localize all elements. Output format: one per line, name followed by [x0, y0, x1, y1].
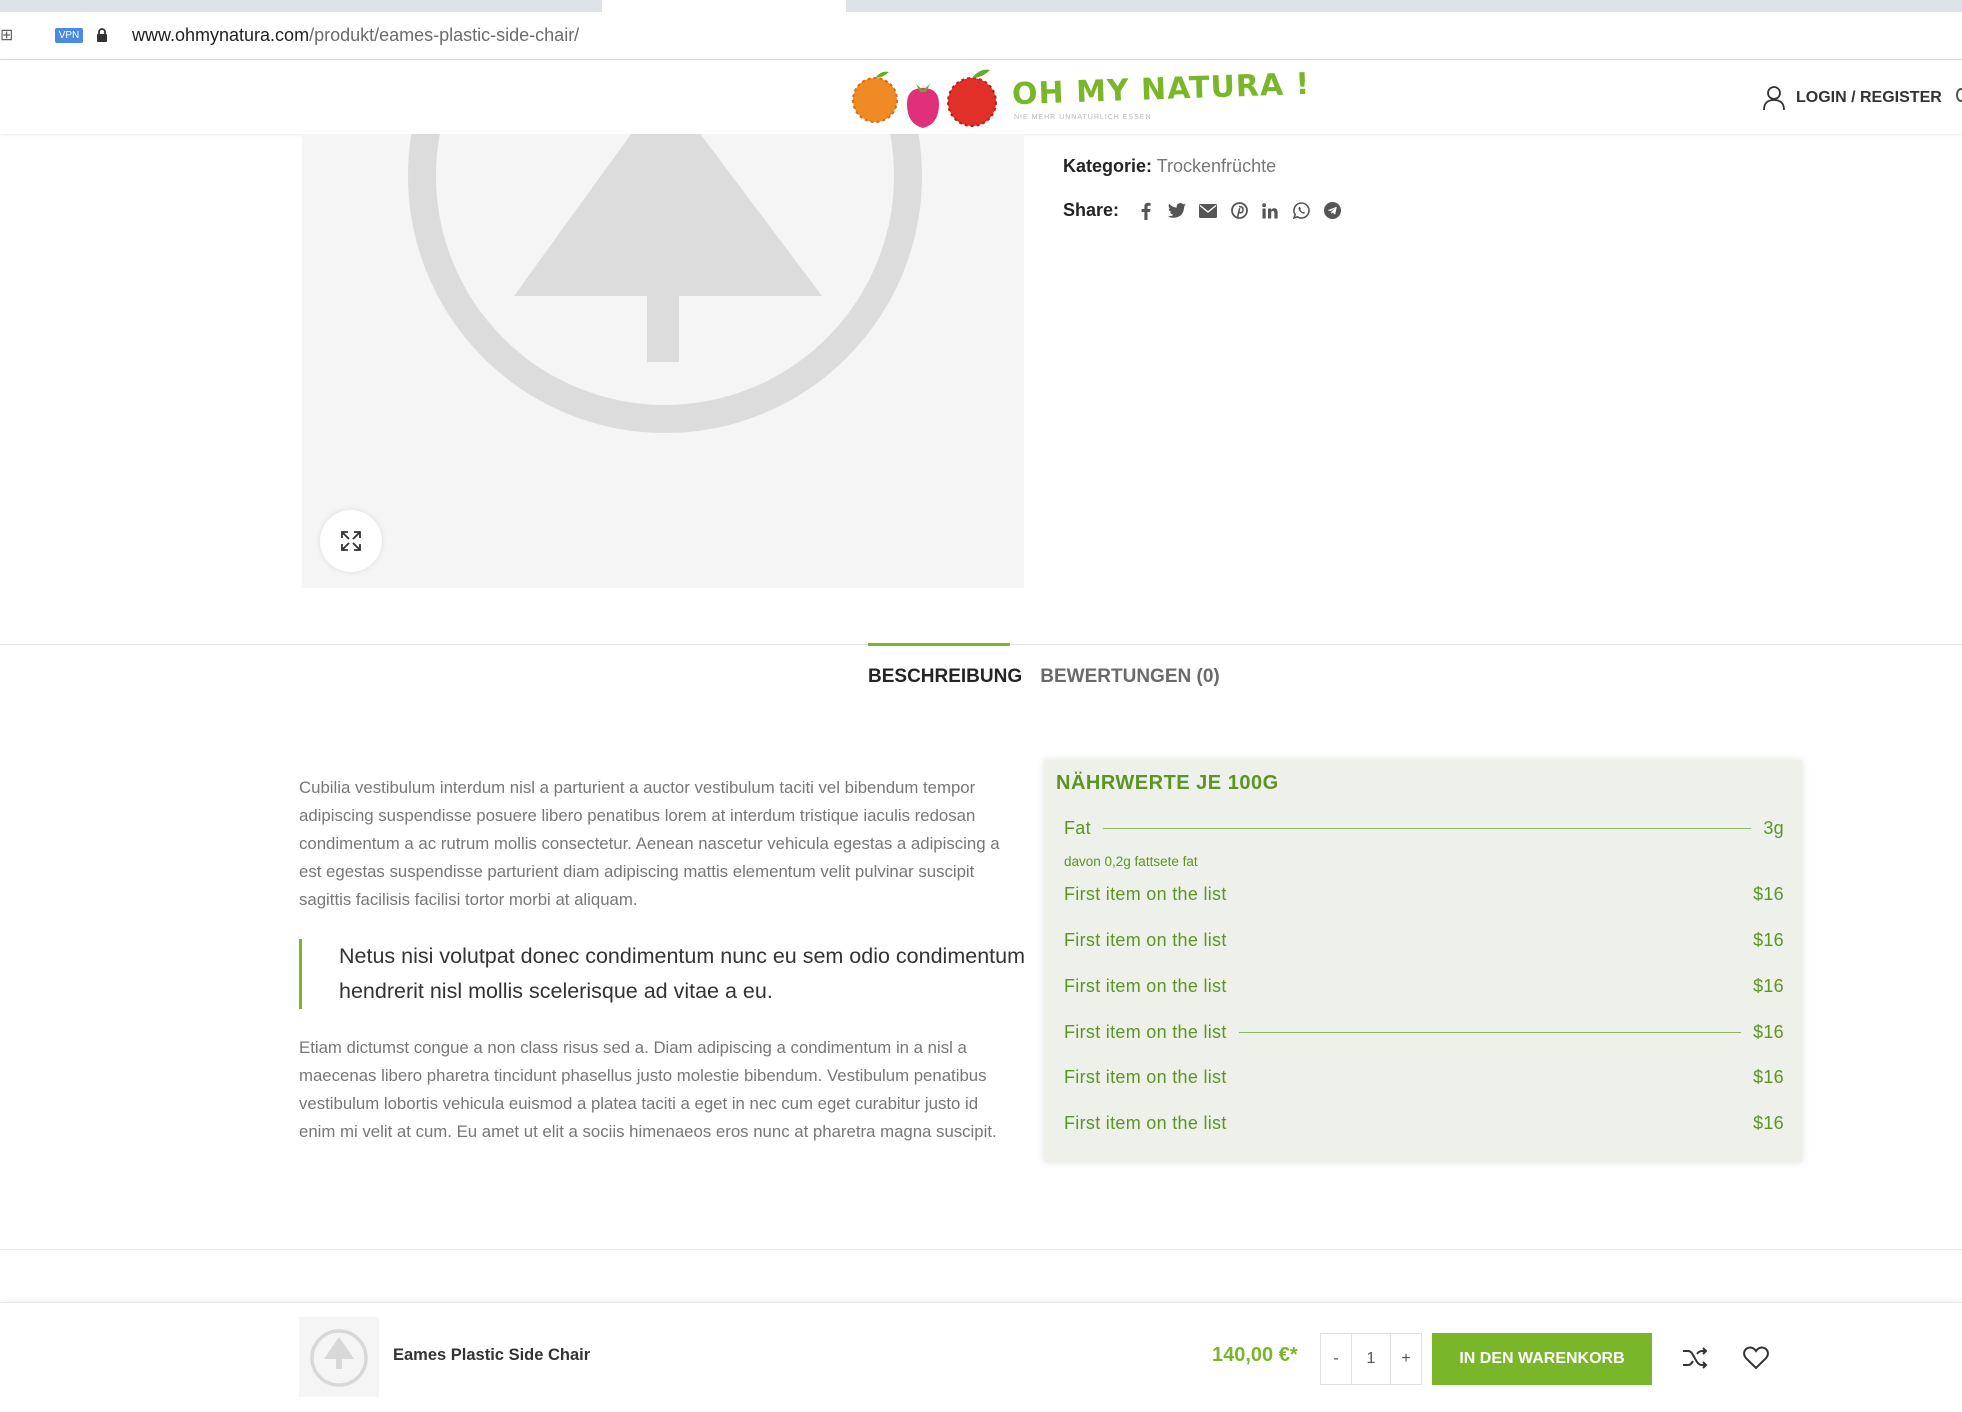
nutrition-row-name: First item on the list: [1064, 1112, 1227, 1133]
nutrition-row: Fat 3g: [1064, 816, 1784, 840]
expand-icon: [341, 531, 361, 551]
nutrition-row-line: [1239, 940, 1741, 941]
category-link[interactable]: Trockenfrüchte: [1157, 156, 1276, 176]
nutrition-row-value: 3g: [1763, 817, 1784, 838]
nutrition-row-name: First item on the list: [1064, 883, 1227, 904]
nutrition-row: First item on the list $16: [1064, 1065, 1784, 1089]
nutrition-row-name: First item on the list: [1064, 1021, 1227, 1042]
product-placeholder-icon: [310, 1329, 368, 1387]
nutrition-row: First item on the list $16: [1064, 882, 1784, 906]
sticky-product-price: 140,00 €*: [1212, 1344, 1298, 1366]
product-placeholder-icon: [408, 134, 922, 433]
sticky-product-thumbnail[interactable]: [299, 1317, 379, 1397]
nutrition-box: NÄHRWERTE JE 100G Fat 3g davon 0,2g fatt…: [1044, 760, 1802, 1162]
whatsapp-icon[interactable]: [1292, 202, 1310, 220]
sticky-product-name: Eames Plastic Side Chair: [393, 1346, 591, 1364]
nutrition-row-value: $16: [1753, 975, 1784, 996]
login-register-label: LOGIN / REGISTER: [1796, 89, 1942, 106]
tab-reviews[interactable]: BEWERTUNGEN (0): [1040, 643, 1220, 709]
product-share: Share:: [1063, 200, 1341, 221]
nutrition-row-name: First item on the list: [1064, 929, 1227, 950]
zoom-image-button[interactable]: [320, 510, 382, 572]
pinterest-icon[interactable]: [1230, 202, 1248, 220]
nutrition-row-line: [1239, 1077, 1741, 1078]
category-label: Kategorie:: [1063, 156, 1153, 176]
nutrition-row-value: $16: [1753, 1112, 1784, 1133]
quantity-stepper: - 1 +: [1320, 1333, 1422, 1385]
telegram-icon[interactable]: [1323, 202, 1341, 220]
nutrition-row-line: [1239, 986, 1741, 987]
vpn-badge[interactable]: VPN: [55, 28, 83, 43]
apps-grid-icon[interactable]: ⊞: [0, 25, 13, 44]
login-register-link[interactable]: LOGIN / REGISTER: [1762, 84, 1942, 112]
content-divider: [0, 1249, 1962, 1250]
share-label: Share:: [1063, 200, 1120, 220]
email-icon[interactable]: [1199, 202, 1218, 220]
header-cart-edge-icon[interactable]: [1956, 88, 1962, 102]
description-paragraph-2: Etiam dictumst congue a non class risus …: [299, 1038, 997, 1141]
facebook-icon[interactable]: [1137, 202, 1155, 220]
nutrition-row: First item on the list $16: [1064, 928, 1784, 952]
nutrition-row-value: $16: [1753, 929, 1784, 950]
nutrition-row-value: $16: [1753, 1066, 1784, 1087]
nutrition-row-line: [1102, 827, 1752, 829]
quantity-minus-button[interactable]: -: [1321, 1334, 1351, 1384]
description-paragraph-1: Cubilia vestibulum interdum nisl a partu…: [299, 778, 1000, 909]
nutrition-row: First item on the list $16: [1064, 1111, 1784, 1135]
nutrition-subnote: davon 0,2g fattsete fat: [1064, 854, 1198, 869]
quantity-input[interactable]: 1: [1351, 1334, 1391, 1384]
description-blockquote: Netus nisi volutpat donec condimentum nu…: [299, 939, 1029, 1009]
quantity-plus-button[interactable]: +: [1391, 1334, 1421, 1384]
url-path: /produkt/eames-plastic-side-chair/: [309, 25, 580, 45]
browser-active-tab[interactable]: [602, 0, 846, 12]
logo-fruits-icon: [852, 69, 997, 128]
nutrition-row-value: $16: [1753, 1021, 1784, 1042]
lock-icon[interactable]: [96, 28, 108, 47]
user-icon: [1763, 86, 1785, 111]
logo-tagline: NIE MEHR UNNATÜRLICH ESSEN: [1014, 114, 1152, 121]
nutrition-row-name: First item on the list: [1064, 1066, 1227, 1087]
compare-icon[interactable]: [1682, 1346, 1708, 1375]
wishlist-heart-icon[interactable]: [1743, 1346, 1769, 1375]
nutrition-row: First item on the list $16: [1064, 1020, 1784, 1044]
add-to-cart-button[interactable]: IN DEN WARENKORB: [1432, 1333, 1652, 1385]
linkedin-icon[interactable]: [1261, 202, 1279, 220]
nutrition-row-name: First item on the list: [1064, 975, 1227, 996]
tab-description[interactable]: BESCHREIBUNG: [868, 643, 1022, 709]
browser-tab-strip: [0, 0, 1962, 12]
nutrition-row-line: [1239, 894, 1741, 895]
site-logo[interactable]: OH MY NATURA ! NIE MEHR UNNATÜRLICH ESSE…: [850, 64, 1311, 132]
url-host: www.ohmynatura.com: [132, 25, 310, 45]
nutrition-row: First item on the list $16: [1064, 974, 1784, 998]
nutrition-row-value: $16: [1753, 883, 1784, 904]
product-image-gallery[interactable]: [302, 134, 1024, 588]
twitter-icon[interactable]: [1168, 202, 1187, 220]
nutrition-title: NÄHRWERTE JE 100G: [1056, 772, 1279, 794]
url-field[interactable]: www.ohmynatura.com/produkt/eames-plastic…: [132, 23, 579, 47]
nutrition-row-name: Fat: [1064, 817, 1091, 838]
nutrition-row-line: [1238, 1031, 1742, 1033]
product-category: Kategorie: Trockenfrüchte: [1063, 156, 1276, 177]
sticky-add-to-cart-bar: [0, 1302, 1962, 1412]
nutrition-row-line: [1239, 1123, 1741, 1124]
